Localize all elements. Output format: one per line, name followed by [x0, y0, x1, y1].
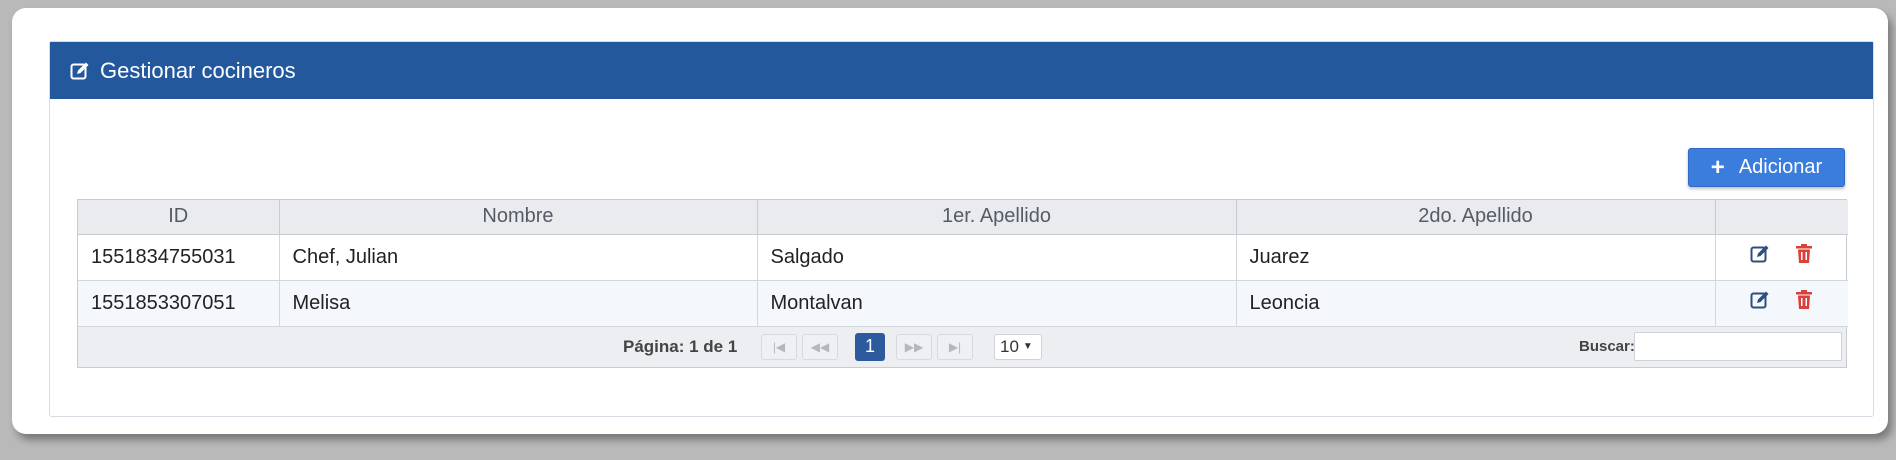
- chevron-down-icon: ▼: [1022, 341, 1033, 352]
- table-row[interactable]: 1551853307051 Melisa Montalvan Leoncia: [78, 280, 1848, 327]
- column-header-actions: [1715, 200, 1848, 235]
- cell-actions: [1715, 234, 1848, 281]
- last-page-button[interactable]: ▶|: [937, 333, 973, 360]
- first-page-button[interactable]: |◀: [761, 333, 797, 360]
- page-number-button[interactable]: 1: [855, 332, 885, 361]
- prev-page-button[interactable]: ◀◀: [802, 333, 838, 360]
- row-actions: [1716, 290, 1848, 316]
- cooks-grid: ID Nombre 1er. Apellido 2do. Apellido 15…: [77, 199, 1848, 368]
- cell-apellido2: Juarez: [1236, 234, 1716, 281]
- cell-apellido1: Salgado: [757, 234, 1237, 281]
- edit-square-icon: [70, 61, 90, 81]
- edit-icon[interactable]: [1750, 290, 1770, 316]
- first-page-icon: |◀: [772, 339, 786, 354]
- add-button-label: Adicionar: [1738, 156, 1823, 178]
- row-actions: [1716, 244, 1848, 270]
- main-card: Gestionar cocineros + Adicionar ID Nombr…: [12, 8, 1888, 434]
- last-page-icon: ▶|: [948, 339, 962, 354]
- next-page-button[interactable]: ▶▶: [896, 333, 932, 360]
- table-header-row: ID Nombre 1er. Apellido 2do. Apellido: [78, 200, 1848, 235]
- column-header-apellido2[interactable]: 2do. Apellido: [1236, 200, 1716, 235]
- cell-nombre: Chef, Julian: [279, 234, 758, 281]
- next-page-icon: ▶▶: [904, 339, 924, 354]
- column-header-nombre[interactable]: Nombre: [279, 200, 758, 235]
- page-title: Gestionar cocineros: [100, 57, 296, 83]
- cooks-table: ID Nombre 1er. Apellido 2do. Apellido 15…: [78, 200, 1848, 327]
- add-button[interactable]: + Adicionar: [1688, 148, 1845, 187]
- cell-id: 1551834755031: [78, 234, 280, 281]
- cell-apellido1: Montalvan: [757, 280, 1237, 327]
- cell-apellido2: Leoncia: [1236, 280, 1716, 327]
- edit-icon[interactable]: [1750, 244, 1770, 270]
- search-input[interactable]: [1634, 331, 1842, 361]
- table-row[interactable]: 1551834755031 Chef, Julian Salgado Juare…: [78, 234, 1848, 281]
- pager: Página: 1 de 1 |◀ ◀◀ 1 ▶▶ ▶| 10 ▼ Buscar…: [78, 326, 1846, 367]
- trash-icon[interactable]: [1796, 290, 1813, 316]
- search-label: Buscar:: [1579, 338, 1635, 355]
- cell-nombre: Melisa: [279, 280, 758, 327]
- panel-header: Gestionar cocineros: [50, 42, 1873, 99]
- column-header-apellido1[interactable]: 1er. Apellido: [757, 200, 1237, 235]
- plus-icon: +: [1710, 153, 1725, 181]
- page-info: Página: 1 de 1: [623, 336, 738, 356]
- cooks-panel: Gestionar cocineros + Adicionar ID Nombr…: [49, 41, 1874, 417]
- cell-actions: [1715, 280, 1848, 327]
- rows-per-page-value: 10: [1000, 336, 1019, 356]
- column-header-id[interactable]: ID: [78, 200, 280, 235]
- trash-icon[interactable]: [1796, 244, 1813, 270]
- rows-per-page-select[interactable]: 10 ▼: [994, 333, 1042, 360]
- cell-id: 1551853307051: [78, 280, 280, 327]
- prev-page-icon: ◀◀: [810, 339, 830, 354]
